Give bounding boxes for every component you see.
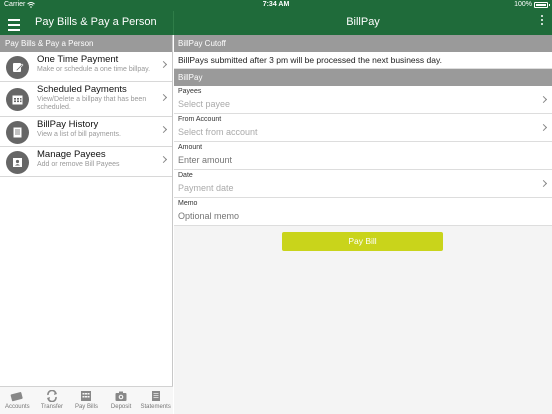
tab-label: Accounts [4, 404, 30, 410]
tab-statements[interactable]: Statements [138, 387, 173, 414]
tab-label: Pay Bills [74, 404, 98, 410]
pay-bills-icon [81, 391, 92, 401]
memo-row: Memo [174, 198, 552, 226]
tab-label: Transfer [40, 404, 63, 410]
tab-deposit[interactable]: Deposit [104, 387, 139, 414]
page-title: BillPay [346, 16, 380, 28]
pencil-note-icon [6, 56, 29, 79]
billpay-panel: BillPay Cutoff BillPays submitted after … [174, 35, 552, 414]
calendar-icon [6, 88, 29, 111]
camera-icon [115, 391, 127, 401]
sidebar-nav-title: Pay Bills & Pay a Person [35, 16, 157, 28]
chevron-right-icon [159, 125, 168, 134]
sidebar-item-billpay-history[interactable]: BillPay History View a list of bill paym… [0, 117, 172, 147]
battery-icon [534, 1, 550, 8]
tab-label: Statements [140, 404, 171, 410]
field-label: Memo [178, 200, 198, 207]
sidebar-item-scheduled-payments[interactable]: Scheduled Payments View/Delete a billpay… [0, 82, 172, 117]
status-time: 7:34 AM [262, 1, 290, 8]
statements-icon [151, 391, 160, 401]
payee-placeholder: Select payee [178, 99, 231, 109]
chevron-right-icon [159, 93, 168, 102]
date-placeholder: Payment date [178, 183, 234, 193]
sidebar-item-title: Manage Payees [37, 149, 106, 160]
field-label: Amount [178, 144, 203, 151]
amount-row: Amount [174, 142, 552, 170]
tab-bar: Accounts Transfer Pay Bills Deposit Stat… [0, 386, 173, 414]
sidebar-header: Pay Bills & Pay a Person [0, 35, 172, 52]
from-account-selector[interactable]: From Account Select from account [174, 114, 552, 142]
pay-bill-button[interactable]: Pay Bill [282, 232, 443, 251]
hamburger-menu-icon[interactable] [8, 16, 20, 31]
date-selector[interactable]: Date Payment date [174, 170, 552, 198]
cutoff-notice: BillPays submitted after 3 pm will be pr… [174, 52, 552, 69]
sidebar-item-desc: View/Delete a billpay that has been sche… [37, 96, 147, 111]
payee-selector[interactable]: Payees Select payee [174, 86, 552, 114]
more-options-icon[interactable] [538, 15, 546, 31]
field-label: Date [178, 172, 193, 179]
navigation-bar: Pay Bills & Pay a Person BillPay [0, 11, 552, 35]
chevron-right-icon [539, 123, 548, 132]
sidebar-item-desc: View a list of bill payments. [37, 131, 121, 138]
sidebar: Pay Bills & Pay a Person One Time Paymen… [0, 35, 173, 414]
sidebar-item-manage-payees[interactable]: Manage Payees Add or remove Bill Payees [0, 147, 172, 177]
sidebar-item-title: One Time Payment [37, 54, 119, 65]
status-bar: Carrier 7:34 AM 100% [0, 0, 552, 11]
field-label: Payees [178, 88, 202, 95]
chevron-right-icon [539, 95, 548, 104]
amount-input[interactable] [178, 155, 508, 165]
from-account-placeholder: Select from account [178, 127, 258, 137]
sidebar-item-title: Scheduled Payments [37, 84, 127, 95]
field-label: From Account [178, 116, 222, 123]
chevron-right-icon [159, 155, 168, 164]
address-book-icon [6, 151, 29, 174]
tab-pay-bills[interactable]: Pay Bills [69, 387, 104, 414]
battery-indicator: 100% [514, 1, 550, 8]
sidebar-item-desc: Make or schedule a one time billpay. [37, 66, 151, 73]
sidebar-item-desc: Add or remove Bill Payees [37, 161, 120, 168]
sidebar-item-title: BillPay History [37, 119, 99, 130]
billpay-section-header: BillPay [174, 69, 552, 86]
cutoff-section-header: BillPay Cutoff [174, 35, 552, 52]
memo-input[interactable] [178, 211, 508, 221]
sidebar-item-one-time-payment[interactable]: One Time Payment Make or schedule a one … [0, 52, 172, 82]
chevron-right-icon [159, 60, 168, 69]
accounts-icon [10, 392, 23, 402]
document-list-icon [6, 121, 29, 144]
tab-transfer[interactable]: Transfer [35, 387, 70, 414]
tab-accounts[interactable]: Accounts [0, 387, 35, 414]
tab-label: Deposit [110, 404, 132, 410]
chevron-right-icon [539, 179, 548, 188]
transfer-icon [46, 390, 57, 402]
battery-percent: 100% [514, 1, 532, 8]
